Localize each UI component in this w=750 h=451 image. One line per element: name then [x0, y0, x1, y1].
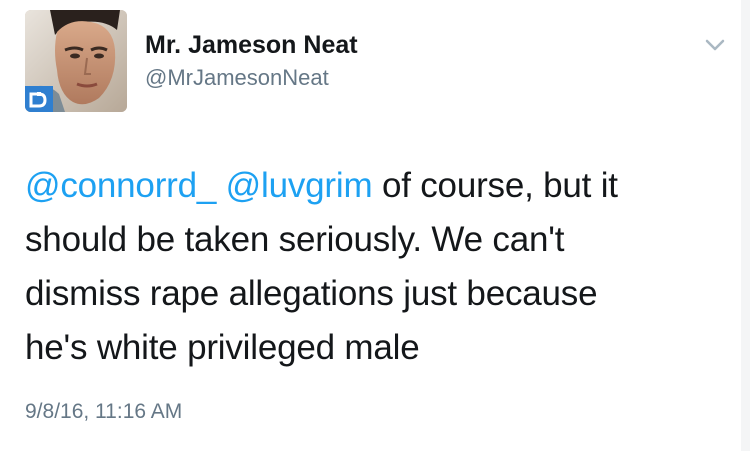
tweet-text-line-3: dismiss rape allegations just because — [25, 274, 598, 313]
tweet-text-line-2: should be taken seriously. We can't — [25, 220, 565, 259]
author-display-name[interactable]: Mr. Jameson Neat — [145, 30, 358, 60]
mention-link[interactable]: @luvgrim — [226, 166, 373, 205]
tweet-text: @connorrd_ @luvgrim of course, but it sh… — [25, 159, 715, 375]
scroll-edge — [741, 0, 750, 451]
avatar[interactable] — [25, 10, 127, 112]
tweet-text-segment: of course, but it — [381, 166, 618, 205]
tweet-timestamp[interactable]: 9/8/16, 11:16 AM — [25, 398, 182, 426]
author-handle[interactable]: @MrJamesonNeat — [145, 64, 329, 92]
chevron-down-icon[interactable] — [700, 30, 730, 60]
avatar-photo — [25, 10, 127, 112]
tweet-card: Mr. Jameson Neat @MrJamesonNeat @connorr… — [0, 0, 750, 451]
mention-link[interactable]: @connorrd_ — [25, 166, 216, 205]
tweet-text-line-1: @connorrd_ @luvgrim of course, but it — [25, 159, 715, 213]
tweet-text-line-4: he's white privileged male — [25, 328, 420, 367]
